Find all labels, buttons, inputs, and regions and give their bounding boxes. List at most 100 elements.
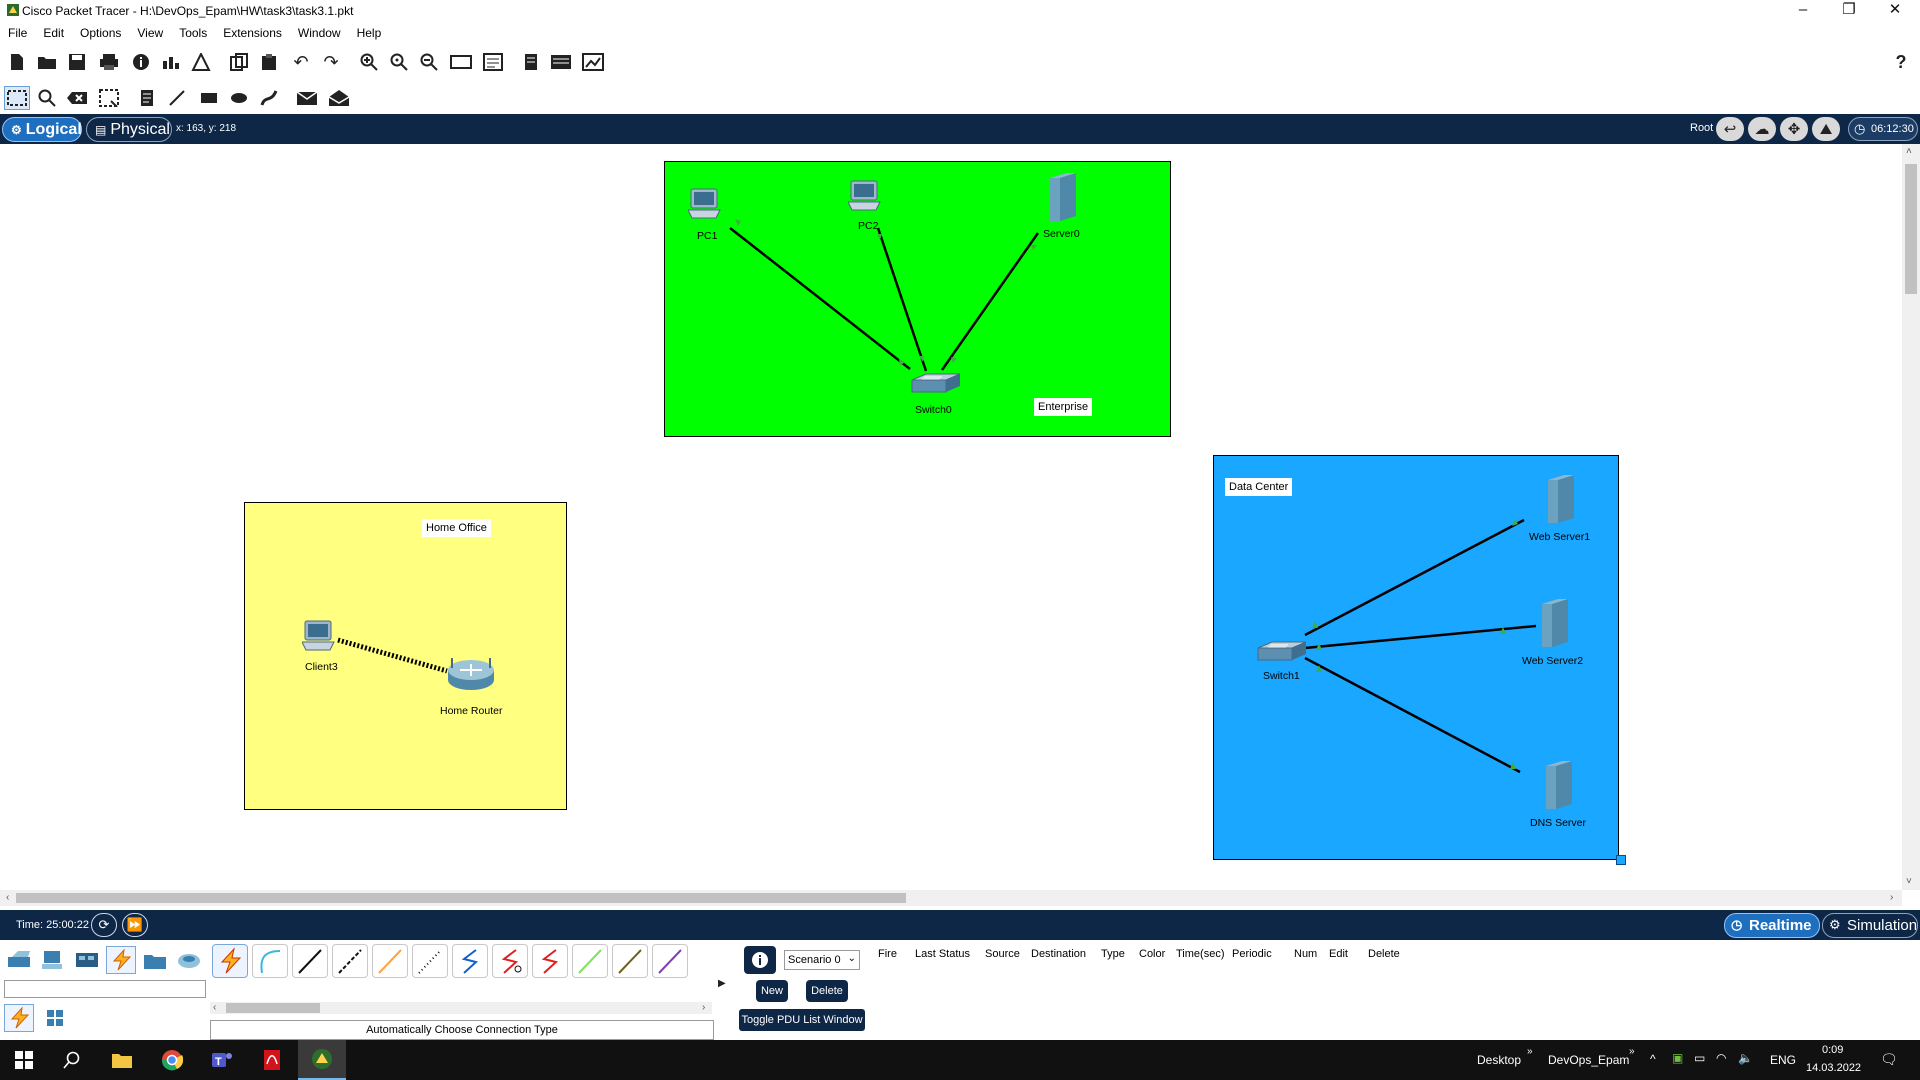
- switch1-icon[interactable]: [1256, 640, 1308, 662]
- connections-category-icon[interactable]: [106, 946, 136, 974]
- meet-now-icon[interactable]: ▭: [1694, 1051, 1705, 1065]
- tab-logical[interactable]: ⚙ Logical: [2, 117, 82, 142]
- volume-icon[interactable]: 🔈: [1738, 1051, 1753, 1065]
- set-background-icon[interactable]: ⛰: [1812, 117, 1840, 141]
- web-server1-icon[interactable]: [1542, 474, 1576, 524]
- client3-icon[interactable]: [302, 620, 336, 652]
- activity-wizard-icon[interactable]: [188, 50, 214, 74]
- chevron-right-icon[interactable]: »: [1629, 1046, 1635, 1057]
- pdf-reader-icon[interactable]: [248, 1040, 296, 1080]
- scroll-left-icon[interactable]: ‹: [6, 892, 9, 903]
- redo-icon[interactable]: ↷: [318, 50, 344, 74]
- copper-straight-through-icon[interactable]: [292, 944, 328, 978]
- menu-view[interactable]: View: [129, 22, 171, 40]
- scroll-up-icon[interactable]: ˄: [1906, 146, 1912, 157]
- resize-icon[interactable]: [96, 86, 122, 110]
- realtime-mode-button[interactable]: ◷ Realtime: [1724, 913, 1820, 938]
- zoom-in-icon[interactable]: [356, 50, 382, 74]
- paste-icon[interactable]: [256, 50, 282, 74]
- server0-icon[interactable]: [1044, 172, 1078, 222]
- language-indicator[interactable]: ENG: [1770, 1053, 1796, 1067]
- chevron-right-icon[interactable]: »: [1527, 1046, 1533, 1057]
- viewport-clock[interactable]: ◷ 06:12:30: [1848, 117, 1918, 141]
- dns-server-icon[interactable]: [1540, 760, 1574, 810]
- menu-window[interactable]: Window: [290, 22, 349, 40]
- vertical-scroll-thumb[interactable]: [1905, 164, 1917, 294]
- save-icon[interactable]: [64, 50, 90, 74]
- line-icon[interactable]: [164, 86, 190, 110]
- search-icon[interactable]: [48, 1040, 96, 1080]
- rectangle-icon[interactable]: [196, 86, 222, 110]
- wifi-icon[interactable]: ◠: [1716, 1051, 1726, 1065]
- cluster-cloud-icon[interactable]: ☁: [1748, 117, 1776, 141]
- chrome-icon[interactable]: [148, 1040, 196, 1080]
- device-search-input[interactable]: [4, 980, 206, 998]
- copper-cross-over-icon[interactable]: [332, 944, 368, 978]
- packet-tracer-taskbar-icon[interactable]: [298, 1040, 346, 1080]
- clock-time[interactable]: 0:09: [1822, 1044, 1843, 1056]
- delete-icon[interactable]: [64, 86, 90, 110]
- serial-dte-icon[interactable]: [532, 944, 568, 978]
- folder-toolbar-label[interactable]: DevOps_Epam: [1548, 1053, 1629, 1067]
- delete-scenario-button[interactable]: Delete: [806, 980, 848, 1002]
- clock-date[interactable]: 14.03.2022: [1806, 1062, 1861, 1074]
- octal-cable-icon[interactable]: [572, 944, 608, 978]
- components-icon[interactable]: [72, 946, 102, 974]
- home-router-icon[interactable]: [446, 656, 496, 692]
- info-icon[interactable]: [128, 50, 154, 74]
- tab-physical[interactable]: ▤ Physical: [86, 117, 172, 142]
- scroll-down-icon[interactable]: ˅: [1906, 876, 1912, 887]
- connection-scroll-right-icon[interactable]: ›: [702, 1002, 705, 1013]
- zoom-reset-icon[interactable]: [386, 50, 412, 74]
- auto-connection-icon[interactable]: [212, 944, 248, 978]
- undo-icon[interactable]: ↶: [288, 50, 314, 74]
- pc2-icon[interactable]: [848, 180, 882, 212]
- toggle-pdu-list-button[interactable]: Toggle PDU List Window: [739, 1009, 865, 1031]
- phone-cable-icon[interactable]: [412, 944, 448, 978]
- notifications-icon[interactable]: 🗨: [1880, 1051, 1898, 1068]
- end-devices-icon[interactable]: [38, 946, 68, 974]
- menu-tools[interactable]: Tools: [171, 22, 215, 40]
- network-devices-icon[interactable]: [4, 946, 34, 974]
- new-icon[interactable]: [4, 50, 30, 74]
- new-scenario-button[interactable]: New: [756, 980, 788, 1002]
- drawing-palette-icon[interactable]: [448, 50, 474, 74]
- freeform-icon[interactable]: [256, 86, 282, 110]
- panel-toggle-icon[interactable]: ▶: [718, 978, 726, 989]
- auto-connection-small-icon[interactable]: [4, 1004, 34, 1032]
- note-icon[interactable]: [134, 86, 160, 110]
- serial-dce-icon[interactable]: [492, 944, 528, 978]
- print-icon[interactable]: [96, 50, 122, 74]
- restore-button[interactable]: ❐: [1826, 0, 1872, 22]
- pc1-icon[interactable]: [688, 188, 722, 220]
- help-icon[interactable]: ?: [1888, 50, 1914, 74]
- view-icon[interactable]: [518, 50, 544, 74]
- add-complex-pdu-icon[interactable]: [326, 86, 352, 110]
- open-icon[interactable]: [34, 50, 60, 74]
- windows-start-icon[interactable]: [0, 1040, 48, 1080]
- back-icon[interactable]: ↩: [1716, 117, 1744, 141]
- file-explorer-icon[interactable]: [98, 1040, 146, 1080]
- ipc-icon[interactable]: [580, 50, 606, 74]
- close-button[interactable]: ✕: [1872, 0, 1918, 22]
- zoom-out-icon[interactable]: [416, 50, 442, 74]
- coaxial-icon[interactable]: [452, 944, 488, 978]
- scenario-info-icon[interactable]: [744, 946, 776, 974]
- select-icon[interactable]: [4, 86, 30, 110]
- copy-icon[interactable]: [226, 50, 252, 74]
- scroll-right-icon[interactable]: ›: [1890, 892, 1893, 903]
- menu-extensions[interactable]: Extensions: [215, 22, 290, 40]
- connection-scroll-left-icon[interactable]: ‹: [213, 1002, 216, 1013]
- show-hidden-icons[interactable]: ^: [1650, 1052, 1656, 1066]
- horizontal-scroll-thumb[interactable]: [16, 893, 906, 903]
- inspect-icon[interactable]: [34, 86, 60, 110]
- switch0-icon[interactable]: [910, 372, 962, 394]
- minimize-button[interactable]: –: [1780, 0, 1826, 22]
- logical-workspace[interactable]: PC1 PC2 Server0 Switch0 Enterprise Home …: [0, 144, 1920, 906]
- miscellaneous-icon[interactable]: [140, 946, 170, 974]
- scenario-select[interactable]: Scenario 0 ⌄: [784, 950, 860, 970]
- menu-help[interactable]: Help: [349, 22, 390, 40]
- menu-edit[interactable]: Edit: [35, 22, 72, 40]
- menu-options[interactable]: Options: [72, 22, 129, 40]
- ellipse-icon[interactable]: [226, 86, 252, 110]
